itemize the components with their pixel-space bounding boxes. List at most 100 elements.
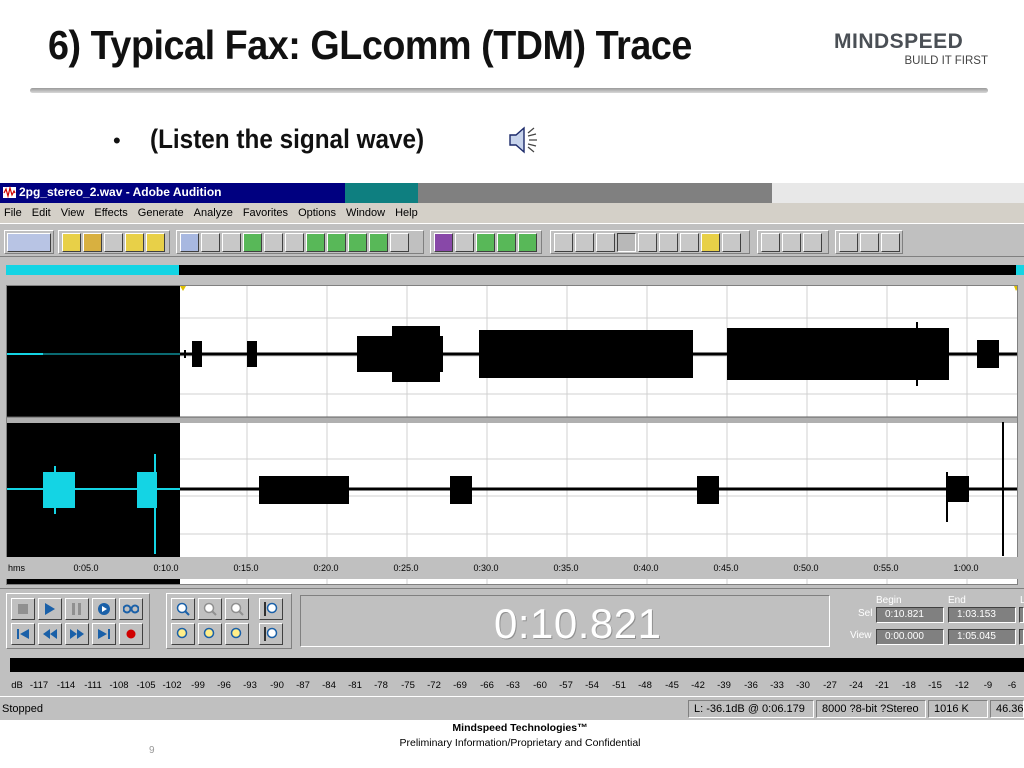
menu-file[interactable]: File [4,207,22,219]
help-button[interactable] [803,233,822,252]
trim-button[interactable] [327,233,346,252]
undo-button[interactable] [180,233,199,252]
play-view-button[interactable] [617,233,636,252]
info-button[interactable] [701,233,720,252]
toolbar-group-display [550,230,750,254]
delete-silence-button[interactable] [348,233,367,252]
meter-tick: -108 [109,680,129,691]
mix-paste-button[interactable] [306,233,325,252]
audio-format: 8000 ?8-bit ?Stereo [816,700,926,718]
zoom-selection-button[interactable] [225,623,249,645]
menu-window[interactable]: Window [346,207,385,219]
spectral-view-button[interactable] [575,233,594,252]
fast-forward-button[interactable] [65,623,89,645]
cut-button[interactable] [285,233,304,252]
auto-cue-button[interactable] [390,233,409,252]
menu-options[interactable]: Options [298,207,336,219]
preview-button[interactable] [881,233,900,252]
meter-tick: -54 [585,680,599,691]
zoom-right-button[interactable] [198,623,222,645]
normalize-button[interactable] [455,233,474,252]
repeat-button[interactable] [222,233,241,252]
transport-controls [6,593,150,649]
selection-length-field[interactable] [1019,607,1024,623]
overview-bar[interactable] [6,265,1018,275]
redo-button[interactable] [201,233,220,252]
menu-generate[interactable]: Generate [138,207,184,219]
copy-button[interactable] [243,233,262,252]
current-time: 0:10.821 [494,600,662,647]
meter-tick: -21 [875,680,889,691]
meter-tick: -75 [401,680,415,691]
rewind-icon [43,629,57,639]
play-to-end-button[interactable] [92,598,116,620]
loop-button[interactable] [839,233,858,252]
pause-button[interactable] [65,598,89,620]
toggle-view-button[interactable] [7,233,51,252]
convert-button[interactable] [369,233,388,252]
waveform-view-button[interactable] [554,233,573,252]
selection-view-panel: Begin End L Sel View 0:10.821 1:03.153 0… [836,595,1024,647]
envelope-button[interactable] [434,233,453,252]
cue-button[interactable] [860,233,879,252]
menu-analyze[interactable]: Analyze [194,207,233,219]
options-button[interactable] [761,233,780,252]
zoom-left-button[interactable] [171,623,195,645]
new-file-button[interactable] [62,233,81,252]
speaker-icon[interactable] [506,122,542,158]
selection-end-field[interactable]: 1:03.153 [948,607,1016,623]
view-begin-field[interactable]: 0:00.000 [876,629,944,645]
zoom-left-icon [176,627,188,639]
window-title-bar[interactable]: 2pg_stereo_2.wav - Adobe Audition [0,183,772,203]
waveform-svg[interactable] [7,286,1018,585]
selection-begin-field[interactable]: 0:10.821 [876,607,944,623]
go-to-start-button[interactable] [11,623,35,645]
noise-reduction-button[interactable] [518,233,537,252]
menu-effects[interactable]: Effects [94,207,127,219]
view-end-field[interactable]: 1:05.045 [948,629,1016,645]
go-to-end-button[interactable] [92,623,116,645]
length-header: L [1020,595,1024,606]
zoom-out-button[interactable] [198,598,222,620]
view-length-field[interactable] [1019,629,1024,645]
zoom-view-button[interactable] [638,233,657,252]
record-button[interactable] [119,623,143,645]
open-file-button[interactable] [83,233,102,252]
menu-favorites[interactable]: Favorites [243,207,288,219]
time-ruler[interactable]: hms 0:05.0 0:10.0 0:15.0 0:20.0 0:25.0 0… [6,557,1018,579]
logo-tagline: BUILD IT FIRST [904,55,989,67]
menu-help[interactable]: Help [395,207,418,219]
meter-tick: -15 [928,680,942,691]
time-tick: 0:05.0 [73,563,99,573]
loop-play-button[interactable] [119,598,143,620]
graphic-eq-button[interactable] [476,233,495,252]
menu-edit[interactable]: Edit [32,207,51,219]
pan-view-button[interactable] [596,233,615,252]
overview-visible-range[interactable] [6,265,179,275]
reverb-button[interactable] [497,233,516,252]
slide-title: 6) Typical Fax: GLcomm (TDM) Trace [48,22,692,68]
zoom-in-icon [176,602,190,616]
zoom-vertical-in-button[interactable] [259,598,283,620]
save-all-button[interactable] [125,233,144,252]
meter-tick: -42 [691,680,705,691]
play-button[interactable] [38,598,62,620]
script-button[interactable] [782,233,801,252]
settings-button[interactable] [722,233,741,252]
zoom-in-button[interactable] [171,598,195,620]
meter-tick: -9 [983,680,993,691]
rewind-button[interactable] [38,623,62,645]
time-tick: 0:30.0 [473,563,499,573]
free-space: 46.36 [990,700,1024,718]
menu-view[interactable]: View [61,207,85,219]
meter-tick: -96 [217,680,231,691]
paste-button[interactable] [264,233,283,252]
close-file-button[interactable] [146,233,165,252]
stop-button[interactable] [11,598,35,620]
waveform-display[interactable] [6,285,1018,585]
sample-format-button[interactable] [680,233,699,252]
save-button[interactable] [104,233,123,252]
time-format-button[interactable] [659,233,678,252]
zoom-vertical-out-button[interactable] [259,623,283,645]
zoom-full-button[interactable] [225,598,249,620]
